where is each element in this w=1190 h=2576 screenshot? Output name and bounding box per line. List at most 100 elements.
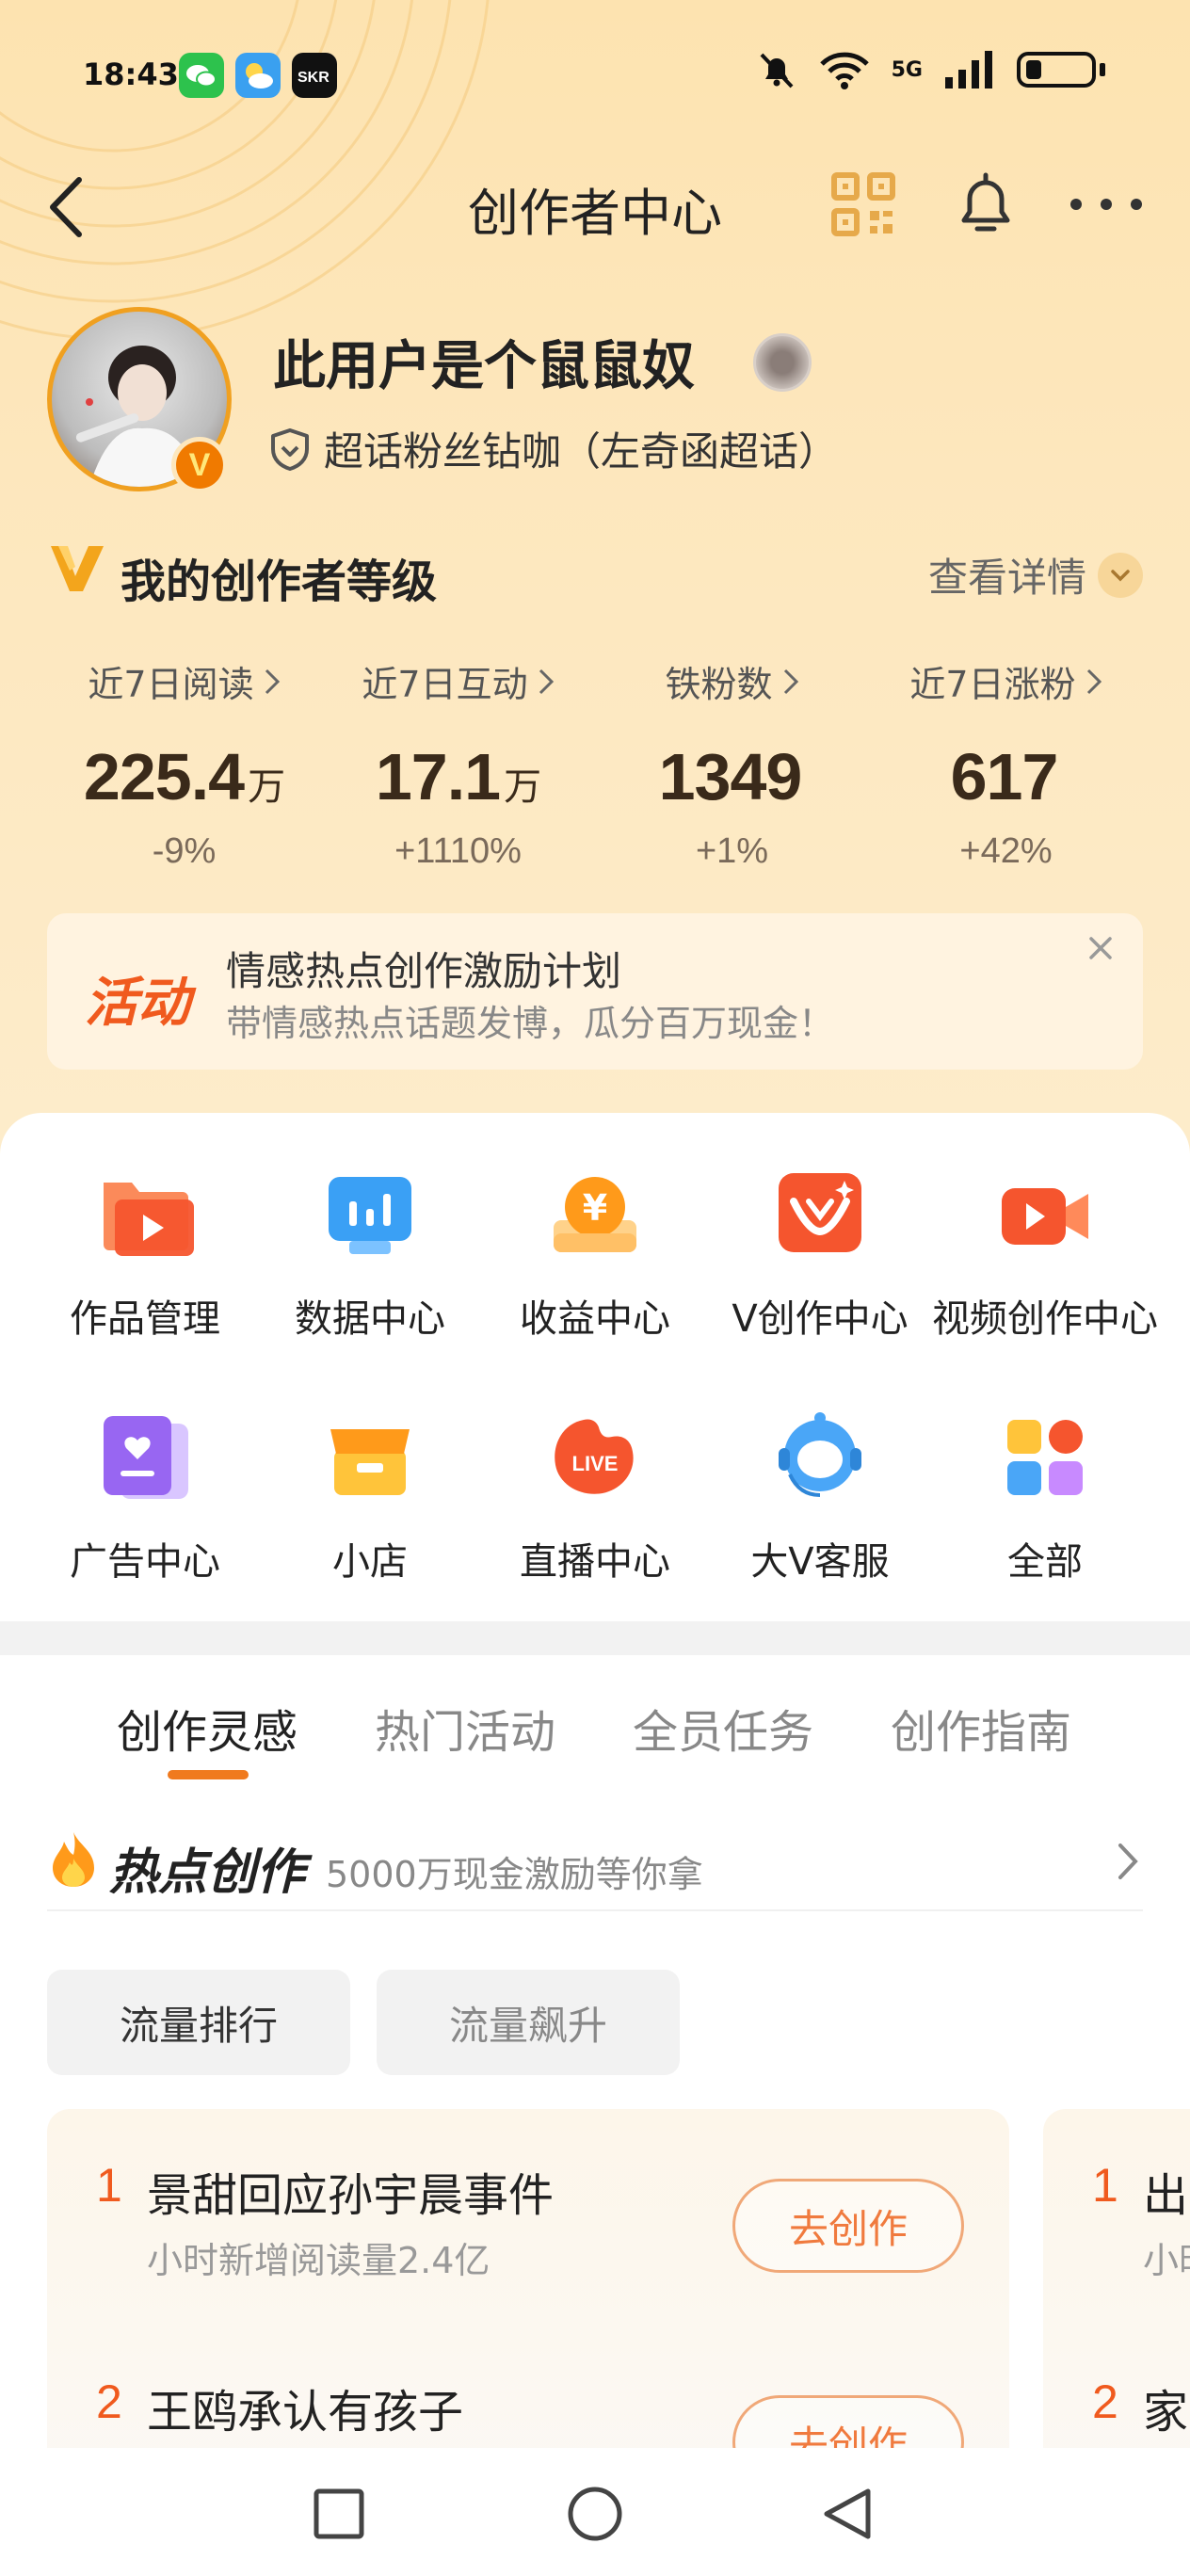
network-type: 5G: [891, 57, 923, 82]
stat-number: 17.1: [375, 740, 501, 813]
system-back-button[interactable]: [810, 2476, 885, 2552]
stat-value: 225.4 万: [47, 739, 321, 814]
hot-creation-header[interactable]: 热点创作 5000万现金激励等你拿: [47, 1827, 1143, 1911]
wifi-icon: [819, 52, 869, 89]
more-button[interactable]: [1064, 162, 1149, 247]
tool-big-v-service[interactable]: 大V客服: [707, 1409, 933, 1586]
filter-traffic-surge[interactable]: 流量飙升: [377, 1970, 680, 2075]
battery-cap: [1100, 63, 1105, 76]
avatar[interactable]: V: [47, 307, 232, 493]
more-dots-icon: [1070, 199, 1142, 210]
view-details-link[interactable]: 查看详情: [928, 546, 1143, 604]
tab-creation-guide[interactable]: 创作指南: [891, 1695, 1071, 1761]
stat-label: 铁粉数: [595, 655, 869, 707]
battery-icon: [1017, 52, 1096, 88]
status-time: 18:43: [83, 56, 179, 92]
hot-item-title[interactable]: 出: [1143, 2158, 1188, 2224]
bell-icon: [961, 172, 1010, 232]
weather-icon: [235, 53, 281, 98]
chevron-right-icon: [539, 668, 554, 694]
hot-item-title[interactable]: 王鸥承认有孩子: [147, 2375, 463, 2440]
level-v-icon: [51, 546, 104, 591]
stat-label: 近7日阅读: [47, 655, 321, 707]
user-medal-icon[interactable]: [753, 333, 812, 392]
chevron-right-icon: [265, 668, 280, 694]
stat-unit: 万: [504, 765, 541, 809]
notification-button[interactable]: [943, 162, 1028, 247]
stat-iron-fans[interactable]: 铁粉数 1349 +1%: [595, 655, 869, 872]
fan-title-line[interactable]: 超话粉丝钻咖（左奇函超话）: [269, 420, 838, 477]
hot-item-subtitle: 小时新增阅读量2.4亿: [147, 2240, 490, 2281]
stat-change: +1110%: [394, 831, 522, 871]
tool-label: V创作中心: [732, 1297, 909, 1341]
filter-traffic-rank[interactable]: 流量排行: [47, 1970, 350, 2075]
tool-label: 视频创作中心: [932, 1297, 1158, 1341]
banner-close-button[interactable]: [1077, 925, 1124, 972]
hot-item-title[interactable]: 家: [1143, 2375, 1188, 2440]
tab-hot-activities[interactable]: 热门活动: [375, 1695, 555, 1761]
tool-works-management[interactable]: 作品管理: [32, 1166, 258, 1343]
stat-change: +42%: [959, 831, 1053, 871]
close-icon: [1089, 937, 1112, 959]
data-chart-icon: [321, 1166, 419, 1264]
svg-text:SKR: SKR: [298, 70, 330, 86]
tools-card: 作品管理 数据中心 ¥ 收益中心 V创作中心 视频创作中心 广告中心 小店 LI…: [0, 1113, 1190, 1621]
stats-row: 近7日阅读 225.4 万 -9% 近7日互动 17.1 万 +1110% 铁粉数 …: [47, 655, 1143, 872]
tool-all[interactable]: 全部: [932, 1409, 1158, 1586]
tool-label: 作品管理: [70, 1297, 220, 1341]
stat-label-text: 近7日涨粉: [909, 664, 1076, 705]
tab-creative-inspiration[interactable]: 创作灵感: [117, 1695, 298, 1761]
skr-icon: SKR: [292, 53, 337, 98]
section-divider: [0, 1621, 1190, 1655]
flame-icon: [53, 1832, 94, 1887]
banner-subtitle: 带情感热点话题发博，瓜分百万现金！: [226, 1003, 835, 1044]
tool-live-center[interactable]: LIVE 直播中心: [482, 1409, 708, 1586]
tool-data-center[interactable]: 数据中心: [257, 1166, 483, 1343]
live-icon: LIVE: [546, 1409, 644, 1506]
verified-v-badge: V: [171, 437, 228, 493]
tool-shop[interactable]: 小店: [257, 1409, 483, 1586]
recent-apps-button[interactable]: [301, 2476, 377, 2552]
tool-label: 直播中心: [520, 1540, 670, 1584]
all-grid-icon: [996, 1409, 1094, 1506]
tool-video-create-center[interactable]: 视频创作中心: [932, 1166, 1158, 1343]
tool-label: 大V客服: [750, 1540, 890, 1584]
nav-bar: 创作者中心: [0, 151, 1190, 264]
activity-banner[interactable]: 活动 情感热点创作激励计划 带情感热点话题发博，瓜分百万现金！: [47, 913, 1143, 1070]
qr-code-icon: [831, 172, 895, 236]
chevron-down-icon: [1098, 552, 1143, 598]
go-create-button[interactable]: 去创作: [732, 2179, 964, 2273]
rank-number: 1: [1092, 2159, 1118, 2212]
hot-item-subtitle: 小时: [1143, 2240, 1190, 2281]
wechat-icon: [179, 53, 224, 98]
qr-code-button[interactable]: [821, 162, 906, 247]
stat-value: 1349: [595, 739, 869, 814]
stat-reads-7d[interactable]: 近7日阅读 225.4 万 -9%: [47, 655, 321, 872]
stat-label-text: 近7日阅读: [88, 664, 254, 705]
stat-new-fans-7d[interactable]: 近7日涨粉 617 +42%: [869, 655, 1143, 872]
circle-icon: [568, 2487, 622, 2541]
creator-level-row: 我的创作者等级 查看详情: [47, 537, 1143, 608]
tool-label: 收益中心: [520, 1297, 670, 1341]
hot-creation-subtitle: 5000万现金激励等你拿: [326, 1854, 703, 1895]
tool-label: 全部: [1007, 1540, 1083, 1584]
tab-all-member-tasks[interactable]: 全员任务: [633, 1695, 813, 1761]
ad-book-icon: [96, 1409, 194, 1506]
tool-v-create-center[interactable]: V创作中心: [707, 1166, 933, 1343]
home-button[interactable]: [557, 2476, 633, 2552]
triangle-back-icon: [824, 2488, 871, 2539]
stat-interactions-7d[interactable]: 近7日互动 17.1 万 +1110%: [321, 655, 595, 872]
tool-income-center[interactable]: ¥ 收益中心: [482, 1166, 708, 1343]
level-title: 我的创作者等级: [121, 555, 438, 608]
hot-creation-title: 热点创作: [109, 1844, 306, 1901]
tool-label: 小店: [332, 1540, 408, 1584]
rank-number: 2: [96, 2375, 122, 2428]
tool-ad-center[interactable]: 广告中心: [32, 1409, 258, 1586]
customer-service-icon: [771, 1409, 869, 1506]
stat-value: 17.1 万: [321, 739, 595, 814]
chevron-right-icon: [783, 668, 798, 694]
hot-item-title[interactable]: 景甜回应孙宇晨事件: [147, 2158, 554, 2224]
stat-label: 近7日互动: [321, 655, 595, 707]
video-camera-icon: [996, 1166, 1094, 1264]
content-tabs: 创作灵感 热门活动 全员任务 创作指南: [0, 1655, 1190, 1806]
